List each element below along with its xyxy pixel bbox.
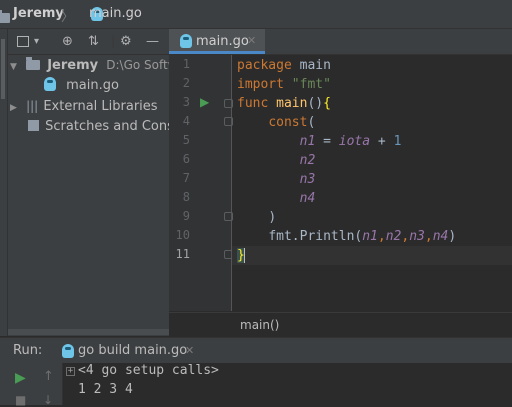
line-number: 6: [182, 152, 190, 166]
close-icon[interactable]: ✕: [185, 344, 194, 357]
code-line-4: const(: [268, 115, 316, 130]
current-line-highlight: [232, 246, 512, 265]
expand-arrow-icon[interactable]: ▶: [10, 103, 17, 113]
code-line-8: n4: [299, 191, 316, 206]
tree-root-jeremy[interactable]: ▼ Jeremy D:\Go Softw: [10, 55, 169, 75]
left-tool-strip: [0, 29, 8, 336]
scratches-icon: [28, 120, 39, 131]
folder-icon: [26, 57, 41, 70]
expand-calls-icon[interactable]: +: [66, 367, 75, 376]
run-toolbar: ▶ ↑ ■ ↓: [0, 363, 63, 407]
breadcrumb-separator-icon: 〉: [61, 10, 75, 25]
hide-panel-icon[interactable]: —: [146, 34, 159, 49]
rerun-icon[interactable]: ▶: [15, 370, 26, 386]
editor-gutter: 1 2 3 4 5 6 7 8 9 10 11 ▶: [169, 55, 233, 311]
breadcrumb-project[interactable]: Jeremy: [13, 6, 64, 21]
tab-main-go[interactable]: main.go ✕: [169, 29, 265, 54]
line-number: 4: [182, 114, 190, 128]
project-tree: ▼ Jeremy D:\Go Softw main.go ▶ ||| Exter…: [8, 55, 169, 336]
editor-footer: main(): [169, 312, 512, 337]
tab-label: main.go: [196, 34, 249, 49]
go-file-icon: [62, 344, 74, 358]
line-number-current: 11: [175, 247, 190, 261]
line-number: 5: [182, 133, 190, 147]
line-number: 1: [182, 57, 190, 71]
go-file-icon: [44, 77, 56, 91]
folder-icon: [0, 10, 10, 23]
line-number: 9: [182, 209, 190, 223]
line-number: 3: [182, 95, 190, 109]
code-line-5: n1 = iota + 1: [299, 134, 402, 149]
text-caret: [244, 248, 245, 263]
line-number: 10: [175, 228, 190, 242]
view-dropdown-icon[interactable]: ▾: [34, 36, 39, 47]
code-line-1: package main: [237, 58, 331, 73]
project-view-icon[interactable]: [17, 36, 29, 47]
toolbar-divider: |: [111, 34, 116, 49]
navigation-breadcrumb: Jeremy 〉 main.go: [0, 0, 512, 29]
tree-item-external-libraries[interactable]: ▶ ||| External Libraries: [10, 96, 158, 116]
run-tab-label[interactable]: go build main.go: [78, 343, 187, 358]
console-output: 1 2 3 4: [78, 382, 133, 397]
collapsed-setup-calls[interactable]: <4 go setup calls>: [78, 363, 219, 378]
tree-item-label: main.go: [66, 78, 119, 93]
tree-item-label: Scratches and Conso: [45, 119, 169, 134]
breadcrumb-file[interactable]: main.go: [89, 6, 142, 21]
code-line-2: import "fmt": [237, 77, 331, 92]
code-line-7: n3: [299, 172, 316, 187]
expand-arrow-icon[interactable]: ▼: [10, 62, 17, 72]
tree-item-main-go[interactable]: main.go: [44, 76, 119, 96]
run-panel-header: Run: go build main.go ✕: [0, 337, 512, 364]
run-gutter-icon[interactable]: ▶: [200, 95, 209, 109]
code-editor[interactable]: package main import "fmt" func main(){ c…: [232, 55, 512, 311]
go-file-icon: [180, 34, 192, 48]
horizontal-scrollbar[interactable]: [8, 329, 169, 335]
run-console[interactable]: + <4 go setup calls> 1 2 3 4: [63, 363, 512, 405]
gear-icon[interactable]: ⚙: [120, 34, 132, 49]
tree-item-label: External Libraries: [43, 99, 158, 114]
line-number: 2: [182, 76, 190, 90]
tree-root-label: Jeremy: [47, 58, 99, 73]
code-line-10: fmt.Println(n1,n2,n3,n4): [268, 229, 457, 244]
code-line-6: n2: [299, 153, 316, 168]
run-label: Run:: [13, 343, 43, 358]
project-tool-tab[interactable]: [1, 39, 5, 99]
libraries-icon: |||: [26, 99, 39, 113]
tree-root-path: D:\Go Softw: [106, 58, 169, 72]
line-number: 8: [182, 190, 190, 204]
locate-file-icon[interactable]: ⊕: [62, 34, 73, 49]
project-toolbar: ▾ ⊕ ⇅ | ⚙ —: [8, 29, 169, 55]
collapse-all-icon[interactable]: ⇅: [88, 34, 99, 49]
code-line-9: ): [268, 210, 277, 225]
close-icon[interactable]: ✕: [247, 34, 256, 47]
editor-tab-bar: main.go ✕: [169, 29, 512, 55]
function-breadcrumb[interactable]: main(): [240, 318, 279, 332]
line-number: 7: [182, 171, 190, 185]
tree-item-scratches[interactable]: Scratches and Conso: [28, 117, 169, 137]
code-line-3: func main(){: [237, 96, 331, 111]
arrow-up-icon[interactable]: ↑: [43, 369, 54, 384]
